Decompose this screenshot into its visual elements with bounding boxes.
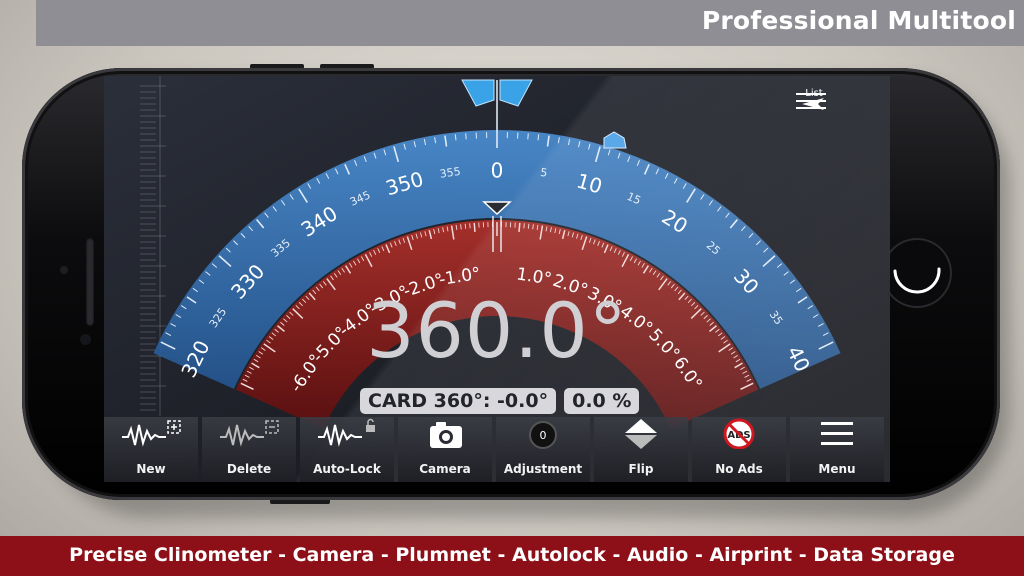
camera-icon — [430, 422, 462, 448]
flip-icon — [625, 419, 657, 449]
camera-label: Camera — [419, 462, 471, 476]
new-button[interactable]: New — [104, 417, 198, 482]
no-ads-icon: ADS — [723, 418, 755, 449]
main-angle-reading: 360.0° — [366, 286, 628, 375]
menu-icon — [821, 422, 853, 445]
adjustment-button[interactable]: 0 Adjustment — [496, 417, 590, 482]
bottom-banner: Precise Clinometer - Camera - Plummet - … — [0, 536, 1024, 576]
card-reading: CARD 360°: -0.0° — [360, 388, 557, 414]
proximity-sensor — [60, 266, 68, 274]
app-screen: 3203303403500102030403253353453555152535… — [104, 76, 890, 482]
adjustment-value: 0 — [540, 429, 547, 442]
bottom-toolbar: New Delete Auto-Lock Camera 0 Adjustment… — [104, 417, 890, 482]
auto-lock-button[interactable]: Auto-Lock — [300, 417, 394, 482]
list-icon — [796, 93, 826, 110]
menu-label: Menu — [818, 462, 856, 476]
no-ads-label: No Ads — [715, 462, 763, 476]
auto-lock-label: Auto-Lock — [313, 462, 381, 476]
new-label: New — [136, 462, 166, 476]
waveform-delete-icon — [220, 420, 279, 447]
banner-title: Professional Multitool — [701, 6, 1016, 35]
menu-button[interactable]: Menu — [790, 417, 884, 482]
no-ads-button[interactable]: ADS No Ads — [692, 417, 786, 482]
percent-reading: 0.0 % — [564, 388, 640, 414]
delete-button[interactable]: Delete — [202, 417, 296, 482]
list-button[interactable]: List — [794, 88, 834, 130]
status-row: CARD 360°: -0.0° 0.0 % — [360, 388, 640, 414]
adjustment-label: Adjustment — [503, 462, 583, 476]
adjustment-dial-icon: 0 — [529, 421, 557, 449]
flip-button[interactable]: Flip — [594, 417, 688, 482]
feature-list: Precise Clinometer - Camera - Plummet - … — [69, 544, 955, 566]
loading-spinner-icon — [893, 267, 941, 294]
waveform-lock-icon — [318, 418, 375, 447]
camera-button[interactable]: Camera — [398, 417, 492, 482]
front-camera — [80, 334, 91, 345]
earpiece-speaker — [86, 238, 94, 326]
top-banner: Professional Multitool — [36, 0, 1024, 46]
flip-label: Flip — [628, 462, 654, 476]
delete-label: Delete — [226, 462, 272, 476]
waveform-new-icon — [122, 420, 181, 447]
